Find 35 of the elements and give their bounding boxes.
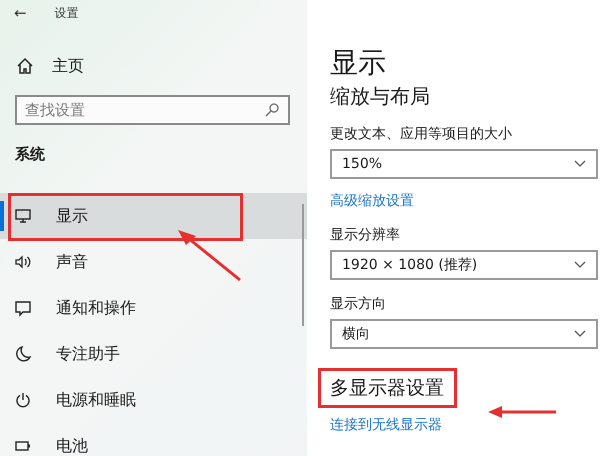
window-title: 设置 (54, 4, 79, 22)
nav-item[interactable]: 电源和睡眠 (0, 377, 307, 423)
setting-label: 显示分辨率 (330, 226, 401, 245)
home-icon (16, 57, 34, 75)
section-title: 缩放与布局 (330, 83, 431, 110)
back-button[interactable]: ← (14, 4, 27, 22)
home-link[interactable]: 主页 (0, 52, 307, 80)
section-heading: 多显示器设置 (330, 376, 445, 401)
nav-item[interactable]: 显示 (0, 193, 307, 239)
scrollbar[interactable] (302, 204, 304, 326)
moon-icon (14, 345, 32, 363)
power-icon (14, 391, 32, 409)
message-icon (14, 299, 32, 317)
settings-link[interactable]: 高级缩放设置 (330, 191, 598, 211)
nav-item[interactable]: 电池 (0, 423, 307, 456)
dropdown[interactable]: 150% (330, 149, 598, 179)
search-icon (264, 102, 280, 118)
group-heading: 系统 (15, 145, 46, 165)
chevron-icon (574, 160, 586, 168)
settings-link[interactable]: 连接到无线显示器 (330, 415, 598, 435)
dropdown[interactable]: 1920 × 1080 (推荐) (330, 250, 598, 280)
speaker-icon (14, 253, 32, 271)
chevron-icon (574, 330, 586, 338)
monitor-icon (14, 207, 32, 225)
setting-label: 显示方向 (330, 295, 387, 314)
setting-label: 更改文本、应用等项目的大小 (330, 125, 513, 144)
nav-item[interactable]: 声音 (0, 239, 307, 285)
nav-item[interactable]: 专注助手 (0, 331, 307, 377)
dropdown[interactable]: 横向 (330, 319, 598, 349)
chevron-icon (574, 261, 586, 269)
nav-item[interactable]: 通知和操作 (0, 285, 307, 331)
annotation-arrow (488, 406, 556, 418)
annotation-arrow (178, 230, 241, 282)
page-title: 显示 (330, 46, 387, 80)
search-field[interactable]: 查找设置 (15, 95, 290, 125)
